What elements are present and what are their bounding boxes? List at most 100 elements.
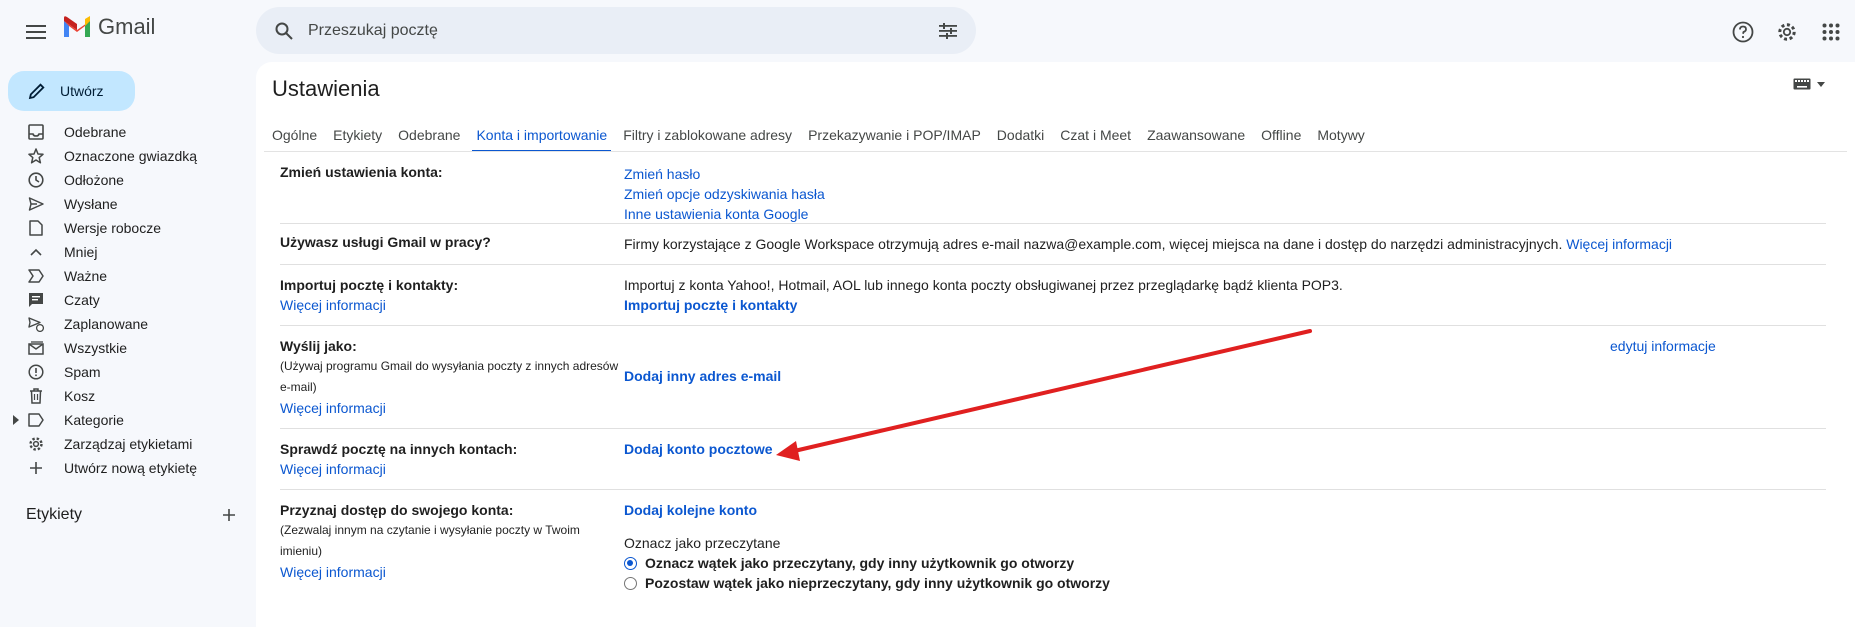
settings-rows: Zmień ustawienia konta: Zmień hasło Zmie… [280,154,1826,610]
add-another-account-link[interactable]: Dodaj kolejne konto [624,500,1110,520]
row-label: Zmień ustawienia konta: [280,164,443,180]
option-label: Pozostaw wątek jako nieprzeczytany, gdy … [645,575,1110,591]
settings-gear-icon[interactable] [1767,12,1807,52]
radio-selected[interactable] [624,556,637,570]
tab-forwarding[interactable]: Przekazywanie i POP/IMAP [808,118,981,152]
send-icon [26,194,46,214]
sidebar-item-sent[interactable]: Wysłane [0,192,250,216]
search-input[interactable] [308,21,924,40]
sidebar-item-label: Zaplanowane [64,316,149,332]
tab-chat-meet[interactable]: Czat i Meet [1060,118,1131,152]
import-description: Importuj z konta Yahoo!, Hotmail, AOL lu… [624,277,1343,293]
other-google-settings-link[interactable]: Inne ustawienia konta Google [624,204,825,224]
tab-labels[interactable]: Etykiety [333,118,382,152]
page-title: Ustawienia [272,76,380,101]
search-options-icon[interactable] [924,7,972,54]
tab-inbox[interactable]: Odebrane [398,118,460,152]
gear-icon [26,434,46,454]
mark-read-option[interactable]: Oznacz wątek jako przeczytany, gdy inny … [624,553,1110,573]
main-menu-button[interactable] [20,16,52,48]
grant-description: (Zezwalaj innym na czytanie i wysyłanie … [280,523,580,558]
edit-info-link[interactable]: edytuj informacje [1610,336,1716,356]
add-label-plus-icon[interactable] [222,508,236,522]
sidebar-item-snoozed[interactable]: Odłożone [0,168,250,192]
keep-unread-option[interactable]: Pozostaw wątek jako nieprzeczytany, gdy … [624,573,1110,593]
row-send-as: Wyślij jako: (Używaj programu Gmail do w… [280,326,1826,429]
tabs-divider [264,151,1847,152]
tab-filters[interactable]: Filtry i zablokowane adresy [623,118,792,152]
search-icon[interactable] [260,7,308,54]
label-important-icon [26,266,46,286]
inbox-icon [26,122,46,142]
sidebar-item-chats[interactable]: Czaty [0,288,250,312]
sidebar-item-label: Mniej [64,244,98,260]
row-grant-access: Przyznaj dostęp do swojego konta: (Zezwa… [280,490,1826,610]
star-icon [26,146,46,166]
top-bar: Gmail [0,0,1855,62]
app-name: Gmail [98,14,156,39]
sidebar-item-label: Ważne [64,268,108,284]
change-recovery-link[interactable]: Zmień opcje odzyskiwania hasła [624,184,825,204]
chat-icon [26,290,46,310]
sidebar-item-less[interactable]: Mniej [0,240,250,264]
apps-grid-icon[interactable] [1811,12,1851,52]
sidebar-item-label: Kosz [64,388,96,404]
add-mail-account-link[interactable]: Dodaj konto pocztowe [624,439,773,459]
change-password-link[interactable]: Zmień hasło [624,164,825,184]
import-mail-contacts-link[interactable]: Importuj pocztę i kontakty [624,295,1343,315]
row-change-account: Zmień ustawienia konta: Zmień hasło Zmie… [280,154,1826,224]
compose-button[interactable]: Utwórz [8,71,135,111]
plus-icon [26,458,46,478]
learn-more-link[interactable]: Więcej informacji [1566,236,1672,252]
sidebar-item-scheduled[interactable]: Zaplanowane [0,312,250,336]
sidebar-item-label: Zarządzaj etykietami [64,436,193,452]
row-label: Importuj pocztę i kontakty: [280,277,459,293]
learn-more-link[interactable]: Więcej informacji [280,295,620,315]
row-import: Importuj pocztę i kontakty: Więcej infor… [280,265,1826,326]
labels-header: Etykiety [26,506,236,524]
gmail-logo[interactable]: Gmail [62,14,155,40]
tab-addons[interactable]: Dodatki [997,118,1044,152]
sidebar-item-all-mail[interactable]: Wszystkie [0,336,250,360]
learn-more-link[interactable]: Więcej informacji [280,562,625,582]
top-right-actions [1723,12,1855,52]
sidebar-item-label: Odebrane [64,124,127,140]
sidebar-item-drafts[interactable]: Wersje robocze [0,216,250,240]
trash-icon [26,386,46,406]
sidebar-nav: Odebrane Oznaczone gwiazdką Odłożone Wys… [0,120,250,480]
sidebar-item-trash[interactable]: Kosz [0,384,250,408]
labels-title: Etykiety [26,506,83,523]
tab-offline[interactable]: Offline [1261,118,1301,152]
search-bar[interactable] [256,7,976,54]
label-icon [26,410,46,430]
gmail-m-icon [64,16,90,37]
settings-panel: Ustawienia Ogólne Etykiety Odebrane Kont… [256,62,1855,627]
sidebar-item-important[interactable]: Ważne [0,264,250,288]
sidebar-item-manage-labels[interactable]: Zarządzaj etykietami [0,432,250,456]
sidebar-item-create-label[interactable]: Utwórz nową etykietę [0,456,250,480]
sidebar-item-categories[interactable]: Kategorie [0,408,250,432]
tab-themes[interactable]: Motywy [1317,118,1364,152]
sidebar-item-starred[interactable]: Oznaczone gwiazdką [0,144,250,168]
sidebar-item-label: Utwórz nową etykietę [64,460,198,476]
caret-right-icon[interactable] [13,415,19,425]
mark-read-title: Oznacz jako przeczytane [624,535,781,551]
input-tools[interactable] [1793,78,1825,90]
send-as-description: (Używaj programu Gmail do wysyłania pocz… [280,359,619,394]
help-icon[interactable] [1723,12,1763,52]
sidebar-item-label: Oznaczone gwiazdką [64,148,198,164]
compose-label: Utwórz [60,83,104,99]
sidebar-item-spam[interactable]: Spam [0,360,250,384]
chevron-down-icon [1817,81,1825,87]
learn-more-link[interactable]: Więcej informacji [280,459,620,479]
tab-accounts-and-import[interactable]: Konta i importowanie [472,118,611,152]
tab-general[interactable]: Ogólne [272,118,317,152]
row-label: Przyznaj dostęp do swojego konta: [280,502,514,518]
report-icon [26,362,46,382]
add-email-address-link[interactable]: Dodaj inny adres e-mail [624,366,781,386]
sidebar-item-inbox[interactable]: Odebrane [0,120,250,144]
tab-advanced[interactable]: Zaawansowane [1147,118,1245,152]
learn-more-link[interactable]: Więcej informacji [280,398,625,418]
pencil-icon [28,83,45,100]
radio-unselected[interactable] [624,576,637,590]
